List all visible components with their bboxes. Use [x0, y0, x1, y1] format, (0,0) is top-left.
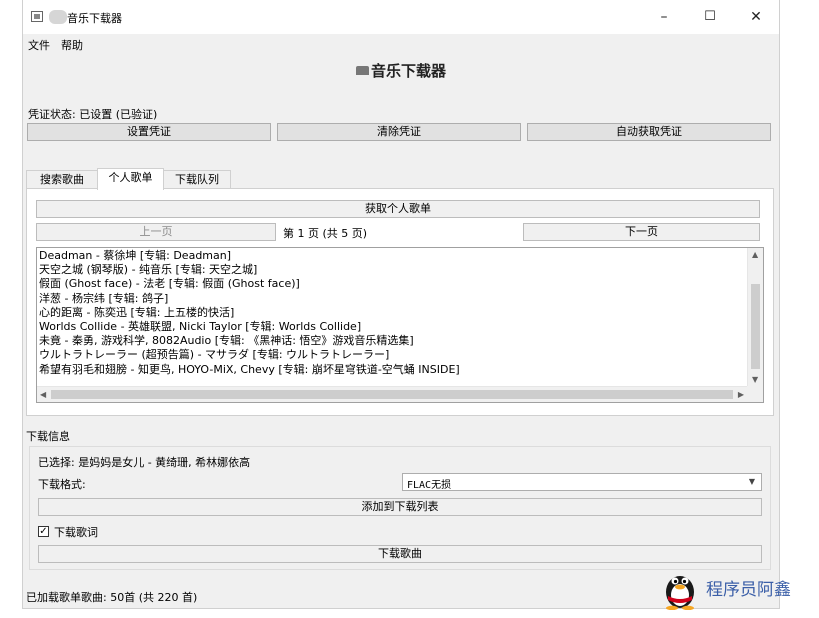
- scroll-left-icon[interactable]: ◀: [40, 390, 46, 400]
- maximize-button[interactable]: ☐: [687, 0, 733, 34]
- minimize-button[interactable]: –: [641, 0, 687, 34]
- tab-download-queue[interactable]: 下载队列: [163, 170, 231, 189]
- song-list-rows: Deadman - 蔡徐坤 [专辑: Deadman] 天空之城 (钢琴版) - …: [39, 249, 745, 377]
- page-title: 音乐下载器: [23, 60, 779, 81]
- download-song-button[interactable]: 下载歌曲: [38, 545, 762, 563]
- clear-credential-button[interactable]: 清除凭证: [277, 123, 521, 141]
- menu-bar: 文件 帮助: [23, 34, 779, 54]
- song-list-item[interactable]: 希望有羽毛和翅膀 - 知更鸟, HOYO-MiX, Chevy [专辑: 崩坏星…: [39, 363, 745, 377]
- format-select-value: FLAC无损: [407, 480, 452, 491]
- song-list-item[interactable]: 假面 (Ghost face) - 法老 [专辑: 假面 (Ghost face…: [39, 277, 745, 291]
- status-bar-text: 已加载歌单歌曲: 50首 (共 220 首): [26, 591, 198, 604]
- download-lyrics-label[interactable]: 下载歌词: [54, 524, 98, 540]
- next-page-button[interactable]: 下一页: [523, 223, 760, 241]
- close-button[interactable]: ✕: [733, 0, 779, 34]
- song-list-item[interactable]: 未竟 - 秦勇, 游戏科学, 8082Audio [专辑: 《黑神话: 悟空》游…: [39, 334, 745, 348]
- format-label: 下载格式:: [38, 478, 86, 491]
- scroll-up-icon[interactable]: ▲: [752, 250, 758, 260]
- watermark: 程序员阿鑫: [658, 566, 818, 612]
- song-list[interactable]: Deadman - 蔡徐坤 [专辑: Deadman] 天空之城 (钢琴版) - …: [36, 247, 764, 403]
- download-info-heading: 下载信息: [26, 430, 70, 443]
- title-bar: 音乐下载器 – ☐ ✕: [23, 0, 779, 34]
- song-list-item[interactable]: Deadman - 蔡徐坤 [专辑: Deadman]: [39, 249, 745, 263]
- tab-personal-playlist[interactable]: 个人歌单: [97, 168, 164, 190]
- prev-page-button[interactable]: 上一页: [36, 223, 276, 241]
- window-title: 音乐下载器: [67, 12, 122, 25]
- song-list-item[interactable]: 心的距离 - 陈奕迅 [专辑: 上五楼的快活]: [39, 306, 745, 320]
- horizontal-scroll-thumb[interactable]: [51, 390, 733, 399]
- download-lyrics-checkbox[interactable]: ✓: [38, 526, 49, 537]
- fetch-playlist-button[interactable]: 获取个人歌单: [36, 200, 760, 218]
- scroll-corner: [747, 386, 763, 402]
- credential-status: 凭证状态: 已设置 (已验证): [28, 108, 158, 121]
- page-title-text: 音乐下载器: [370, 62, 446, 80]
- song-list-item[interactable]: Worlds Collide - 英雄联盟, Nicki Taylor [专辑:…: [39, 320, 745, 334]
- tab-search-songs[interactable]: 搜索歌曲: [26, 170, 98, 189]
- cloud-icon: [355, 66, 369, 75]
- playlist-tab-pane: 获取个人歌单 上一页 第 1 页 (共 5 页) 下一页 Deadman - 蔡…: [26, 188, 774, 416]
- vertical-scrollbar[interactable]: ▲ ▼: [747, 248, 763, 387]
- app-window: 音乐下载器 – ☐ ✕ 文件 帮助 音乐下载器 凭证状态: 已设置 (已验证) …: [22, 0, 780, 609]
- chevron-down-icon: ▼: [748, 477, 755, 486]
- app-icon: [31, 11, 43, 22]
- song-list-item[interactable]: 天空之城 (钢琴版) - 纯音乐 [专辑: 天空之城]: [39, 263, 745, 277]
- menu-file[interactable]: 文件: [28, 37, 50, 53]
- watermark-text: 程序员阿鑫: [706, 580, 791, 600]
- format-select[interactable]: FLAC无损 ▼: [402, 473, 762, 491]
- horizontal-scrollbar[interactable]: ◀ ▶: [37, 386, 747, 402]
- scroll-right-icon[interactable]: ▶: [738, 390, 744, 400]
- song-list-item[interactable]: ウルトラトレーラー (超预告篇) - マサラダ [专辑: ウルトラトレーラー]: [39, 348, 745, 362]
- penguin-icon: [666, 576, 694, 610]
- menu-help[interactable]: 帮助: [61, 37, 83, 53]
- selected-song-label: 已选择: 是妈妈是女儿 - 黄绮珊, 希林娜依高: [38, 456, 251, 469]
- scroll-down-icon[interactable]: ▼: [752, 375, 758, 385]
- set-credential-button[interactable]: 设置凭证: [27, 123, 271, 141]
- vertical-scroll-thumb[interactable]: [751, 284, 760, 369]
- download-info-group: 已选择: 是妈妈是女儿 - 黄绮珊, 希林娜依高 下载格式: FLAC无损 ▼ …: [29, 446, 771, 570]
- add-to-queue-button[interactable]: 添加到下载列表: [38, 498, 762, 516]
- page-indicator: 第 1 页 (共 5 页): [283, 227, 368, 240]
- song-list-item[interactable]: 洋葱 - 杨宗纬 [专辑: 鸽子]: [39, 292, 745, 306]
- auto-credential-button[interactable]: 自动获取凭证: [527, 123, 771, 141]
- blurred-title-prefix: [49, 10, 67, 24]
